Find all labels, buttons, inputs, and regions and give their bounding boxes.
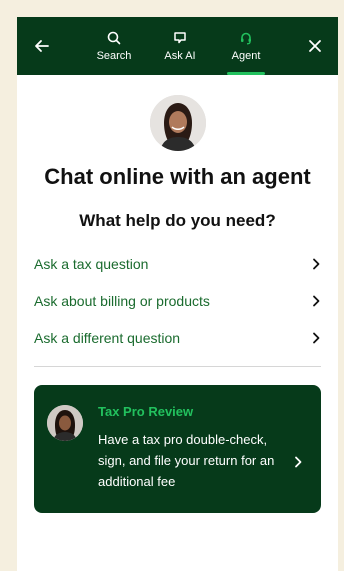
tab-agent[interactable]: Agent (213, 17, 279, 75)
option-billing-products[interactable]: Ask about billing or products (34, 282, 321, 319)
headset-icon (241, 32, 251, 45)
option-label: Ask about billing or products (34, 292, 210, 309)
tab-bar: Search Ask AI Agent (81, 17, 279, 75)
chat-panel: Search Ask AI Agent Chat online with an … (17, 17, 338, 571)
tax-pro-photo-icon (47, 405, 83, 441)
chat-bubble-icon (174, 32, 186, 44)
chevron-right-icon (313, 332, 320, 343)
search-icon (107, 31, 121, 45)
back-button[interactable] (29, 34, 55, 58)
tab-search-label: Search (96, 50, 132, 62)
arrow-left-icon (35, 40, 49, 52)
top-navigation-bar: Search Ask AI Agent (17, 17, 338, 75)
tax-pro-review-card[interactable]: Tax Pro Review Have a tax pro double-che… (34, 385, 321, 513)
agent-photo-icon (149, 95, 206, 151)
help-options-list: Ask a tax question Ask about billing or … (34, 245, 321, 356)
page-subtitle: What help do you need? (79, 211, 276, 230)
main-content: Chat online with an agent What help do y… (17, 95, 338, 513)
page-title: Chat online with an agent (44, 164, 311, 189)
active-tab-indicator (227, 72, 265, 75)
option-different-question[interactable]: Ask a different question (34, 319, 321, 356)
agent-avatar (149, 95, 206, 151)
close-button[interactable] (302, 34, 328, 58)
divider (34, 366, 321, 367)
tab-ask-ai[interactable]: Ask AI (147, 17, 213, 75)
chevron-right-icon (295, 456, 302, 468)
chevron-right-icon (313, 295, 320, 306)
promo-description: Have a tax pro double-check, sign, and f… (98, 432, 275, 489)
tab-agent-label: Agent (231, 50, 261, 62)
close-icon (309, 40, 321, 52)
option-label: Ask a different question (34, 329, 181, 346)
tax-pro-avatar (47, 405, 83, 441)
promo-title: Tax Pro Review (98, 404, 194, 419)
chevron-right-icon (313, 258, 320, 269)
option-tax-question[interactable]: Ask a tax question (34, 245, 321, 282)
option-label: Ask a tax question (34, 255, 149, 272)
tab-search[interactable]: Search (81, 17, 147, 75)
tab-ask-ai-label: Ask AI (164, 50, 196, 62)
